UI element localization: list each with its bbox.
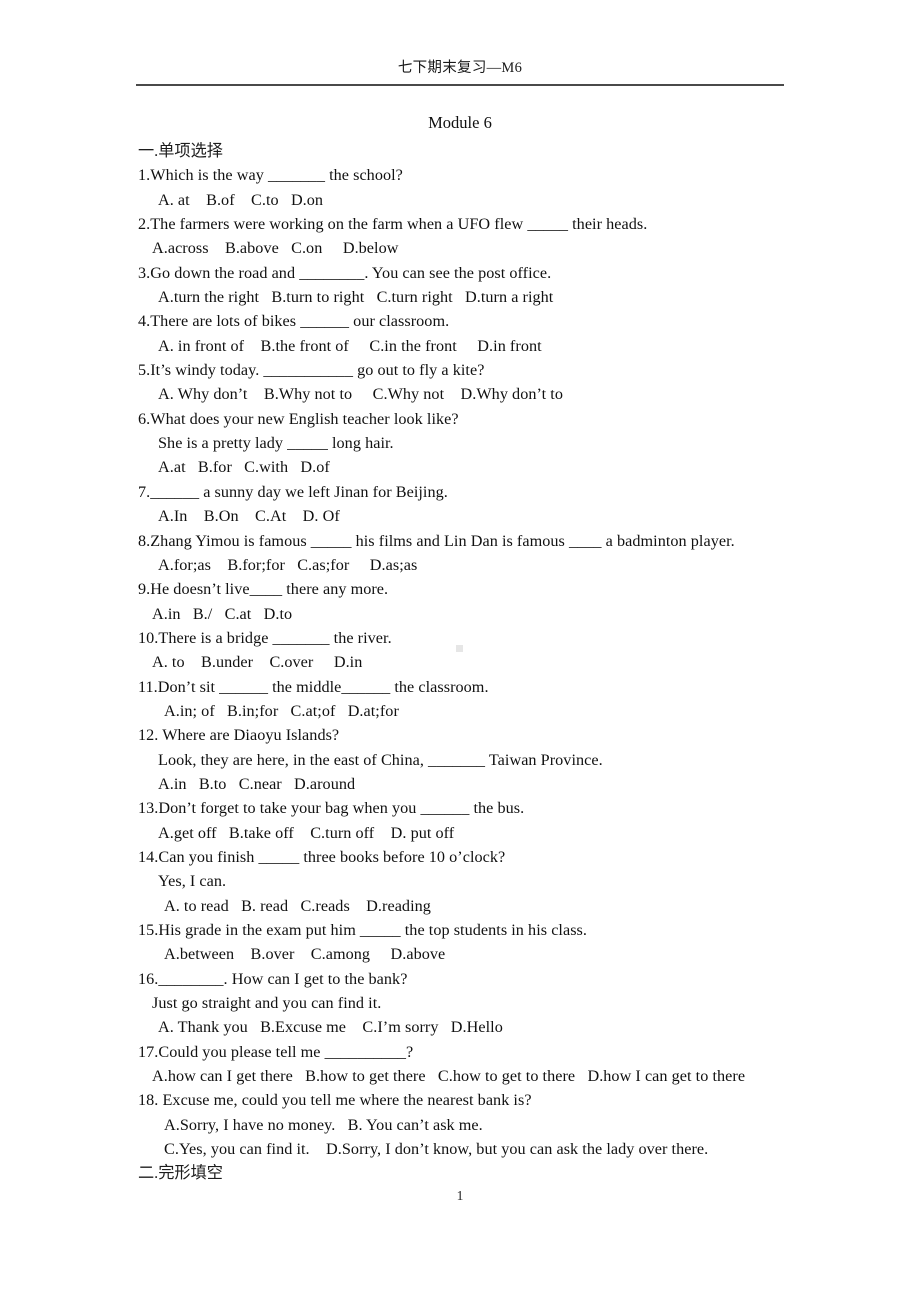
- question-options-line: C.Yes, you can find it. D.Sorry, I don’t…: [164, 1140, 709, 1159]
- question-options-line: A.at B.for C.with D.of: [158, 458, 330, 477]
- document-title: Module 6: [428, 113, 492, 132]
- section-heading-one: 一.单项选择: [138, 142, 223, 160]
- document-body: 一.单项选择 1.Which is the way _______ the sc…: [138, 139, 798, 1186]
- question-stem: 14.Can you finish _____ three books befo…: [138, 847, 506, 866]
- question-stem: 16.________. How can I get to the bank?: [138, 969, 408, 988]
- question-stem: 15.His grade in the exam put him _____ t…: [138, 921, 588, 939]
- question-options-line: A.in B.to C.near D.around: [158, 774, 356, 793]
- question-stem: 5.It’s windy today. ___________ go out t…: [138, 361, 485, 380]
- section-heading-two: 二.完形填空: [138, 1164, 223, 1183]
- question-stem: 12. Where are Diaoyu Islands?: [138, 726, 340, 745]
- question-options-line: Look, they are here, in the east of Chin…: [158, 750, 603, 769]
- question-options-line: Yes, I can.: [158, 872, 227, 891]
- question-stem: 4.There are lots of bikes ______ our cla…: [138, 312, 450, 331]
- question-stem: 7.______ a sunny day we left Jinan for B…: [138, 482, 448, 501]
- question-options-line: A. at B.of C.to D.on: [158, 190, 324, 209]
- question-options-line: A. Thank you B.Excuse me C.I’m sorry D.H…: [158, 1018, 503, 1037]
- question-stem: 6.What does your new English teacher loo…: [138, 409, 459, 428]
- question-options-line: Just go straight and you can find it.: [152, 994, 382, 1013]
- question-options-line: A. in front of B.the front of C.in the f…: [158, 336, 542, 355]
- question-options-line: A.how can I get there B.how to get there…: [152, 1067, 746, 1086]
- question-options-line: A.between B.over C.among D.above: [164, 945, 446, 964]
- document-page: 七下期末复习—M6 Module 6 一.单项选择 1.Which is the…: [0, 0, 920, 1302]
- question-options-line: A.In B.On C.At D. Of: [158, 507, 340, 526]
- question-options-line: A.for;as B.for;for C.as;for D.as;as: [158, 555, 418, 574]
- question-options-line: A. to read B. read C.reads D.reading: [164, 896, 431, 915]
- question-list: 1.Which is the way _______ the school? A.…: [138, 163, 798, 1161]
- question-stem: 17.Could you please tell me __________?: [138, 1042, 414, 1061]
- running-header-text: 七下期末复习—M6: [397, 60, 523, 76]
- question-stem: 3.Go down the road and ________. You can…: [138, 263, 552, 282]
- scan-artifact-speck: [456, 645, 463, 652]
- question-stem: 10.There is a bridge _______ the river.: [138, 628, 392, 647]
- question-options-line: She is a pretty lady _____ long hair.: [158, 434, 394, 453]
- question-stem: 18. Excuse me, could you tell me where t…: [138, 1091, 532, 1110]
- question-stem: 11.Don’t sit ______ the middle______ the…: [138, 677, 489, 696]
- question-options-line: A. Why don’t B.Why not to C.Why not D.Wh…: [158, 385, 563, 404]
- question-options-line: A. to B.under C.over D.in: [152, 653, 363, 672]
- question-stem: 13.Don’t forget to take your bag when yo…: [138, 799, 525, 818]
- running-header: 七下期末复习—M6: [136, 59, 784, 77]
- question-stem: 8.Zhang Yimou is famous _____ his films …: [138, 531, 735, 550]
- page-number: 1: [456, 1188, 464, 1203]
- header-divider: [136, 84, 784, 86]
- question-stem: 2.The farmers were working on the farm w…: [138, 215, 648, 234]
- question-stem: 9.He doesn’t live____ there any more.: [138, 580, 389, 599]
- question-options-line: A.in; of B.in;for C.at;of D.at;for: [164, 701, 399, 720]
- question-stem: 1.Which is the way _______ the school?: [138, 166, 403, 185]
- question-options-line: A.turn the right B.turn to right C.turn …: [158, 288, 554, 307]
- question-options-line: A.across B.above C.on D.below: [152, 239, 399, 258]
- question-options-line: A.in B./ C.at D.to: [152, 604, 293, 623]
- question-options-line: A.get off B.take off C.turn off D. put o…: [158, 823, 455, 842]
- question-options-line: A.Sorry, I have no money. B. You can’t a…: [164, 1115, 483, 1134]
